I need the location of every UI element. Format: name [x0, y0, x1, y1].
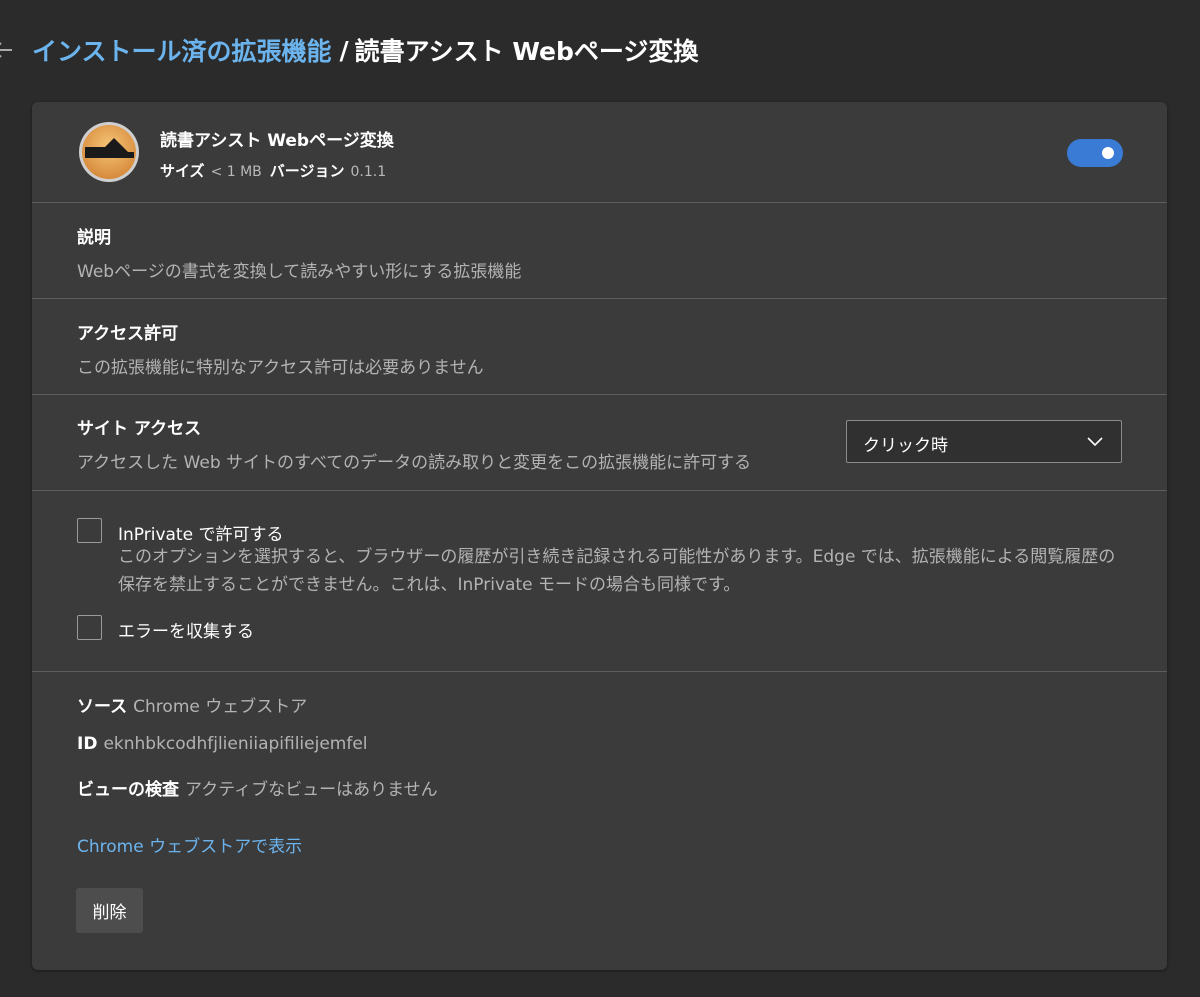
extension-logo: [79, 122, 139, 182]
source-value: Chrome ウェブストア: [133, 697, 308, 717]
breadcrumb-installed-extensions[interactable]: インストール済の拡張機能: [32, 32, 332, 68]
source-label: ソース: [77, 697, 128, 717]
inspect-views-row: ビューの検査 アクティブなビューはありません: [77, 775, 438, 800]
size-value: < 1 MB: [210, 164, 262, 180]
site-access-section: サイト アクセス アクセスした Web サイトのすべてのデータの読み取りと変更を…: [32, 395, 1167, 491]
details-section: ソース Chrome ウェブストア ID eknhbkcodhfjlieniiapi…: [32, 672, 1167, 970]
options-section: InPrivate で許可する このオプションを選択すると、ブラウザーの履歴が引…: [32, 491, 1167, 672]
permissions-section: アクセス許可 この拡張機能に特別なアクセス許可は必要ありません: [32, 299, 1167, 395]
arrow-left-icon[interactable]: [0, 39, 14, 61]
inspect-views-label: ビューの検査: [77, 780, 179, 800]
permissions-title: アクセス許可: [77, 324, 179, 344]
description-text: Webページの書式を変換して読みやすい形にする拡張機能: [77, 262, 522, 282]
page-title: 読書アシスト Webページ変換: [354, 37, 699, 66]
breadcrumb-separator: /: [339, 35, 349, 65]
site-access-title: サイト アクセス: [77, 419, 202, 439]
version-value: 0.1.1: [350, 164, 387, 180]
collect-errors-label: エラーを収集する: [118, 622, 254, 642]
id-value: eknhbkcodhfjlieniiapifiliejemfel: [103, 734, 368, 754]
site-access-dropdown[interactable]: クリック時: [846, 420, 1122, 463]
inprivate-description: このオプションを選択すると、ブラウザーの履歴が引き続き記録される可能性があります…: [118, 547, 1116, 595]
version-label: バージョン: [269, 162, 345, 180]
site-access-selected: クリック時: [863, 436, 948, 456]
id-row: ID eknhbkcodhfjlieniiapifiliejemfel: [77, 734, 368, 754]
view-in-store-link[interactable]: Chrome ウェブストアで表示: [77, 832, 302, 857]
chevron-down-icon: [1087, 437, 1103, 447]
toggle-knob: [1102, 147, 1114, 159]
inspect-views-value: アクティブなビューはありません: [185, 780, 438, 800]
extension-details-card: 読書アシスト Webページ変換 サイズ < 1 MB バージョン 0.1.1 説明 W…: [32, 102, 1167, 970]
remove-button[interactable]: 削除: [76, 888, 143, 933]
extension-meta: サイズ < 1 MB バージョン 0.1.1: [160, 160, 394, 181]
description-section: 説明 Webページの書式を変換して読みやすい形にする拡張機能: [32, 203, 1167, 299]
size-label: サイズ: [160, 162, 205, 180]
id-label: ID: [77, 734, 98, 754]
page-header: インストール済の拡張機能 / 読書アシスト Webページ変換: [0, 28, 698, 72]
description-title: 説明: [77, 228, 111, 248]
inprivate-checkbox[interactable]: [77, 518, 102, 543]
inprivate-label: InPrivate で許可する: [118, 525, 284, 545]
extension-enable-toggle[interactable]: [1067, 139, 1123, 167]
extension-header: 読書アシスト Webページ変換 サイズ < 1 MB バージョン 0.1.1: [32, 102, 1167, 203]
site-access-text: アクセスした Web サイトのすべてのデータの読み取りと変更をこの拡張機能に許可…: [77, 453, 752, 473]
permissions-text: この拡張機能に特別なアクセス許可は必要ありません: [77, 358, 484, 378]
collect-errors-checkbox[interactable]: [77, 615, 102, 640]
extension-name: 読書アシスト Webページ変換: [160, 131, 394, 151]
source-row: ソース Chrome ウェブストア: [77, 692, 307, 717]
